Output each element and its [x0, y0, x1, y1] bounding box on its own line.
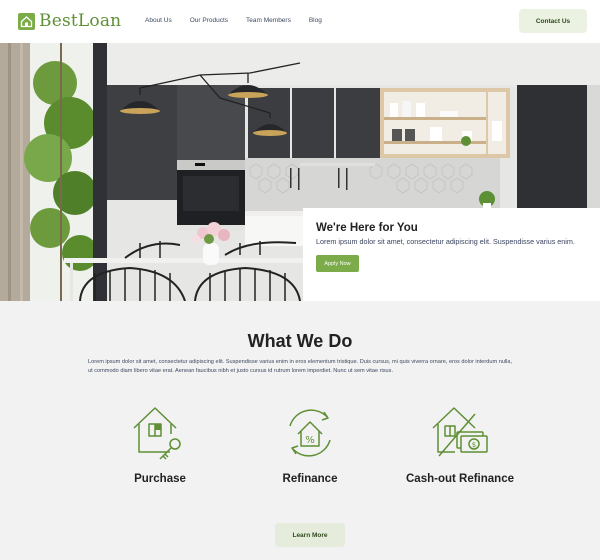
- section-title: What We Do: [247, 331, 353, 351]
- service-purchase: Purchase: [85, 404, 235, 485]
- house-key-icon: [133, 407, 181, 460]
- nav-our-products[interactable]: Our Products: [190, 17, 228, 24]
- service-label: Cash-out Refinance: [406, 473, 514, 485]
- main-nav: About Us Our Products Team Members Blog: [145, 17, 340, 24]
- house-percent-refresh-icon: %: [289, 409, 331, 457]
- nav-blog[interactable]: Blog: [309, 17, 322, 24]
- service-label: Purchase: [134, 473, 186, 485]
- svg-text:$: $: [472, 441, 476, 449]
- site-header: BestLoan About Us Our Products Team Memb…: [0, 0, 600, 43]
- svg-text:%: %: [305, 435, 315, 446]
- logo-text: BestLoan: [39, 11, 122, 31]
- service-cash-out-refinance: $ Cash-out Refinance: [385, 404, 535, 485]
- section-text: Lorem ipsum dolor sit amet, consectetur …: [88, 359, 513, 374]
- contact-us-button[interactable]: Contact Us: [519, 9, 587, 33]
- service-refinance: % Refinance: [235, 404, 385, 485]
- hero-title: We're Here for You: [316, 222, 418, 234]
- logo[interactable]: BestLoan: [18, 11, 121, 31]
- hero-card: We're Here for You Lorem ipsum dolor sit…: [303, 208, 600, 301]
- nav-about-us[interactable]: About Us: [145, 17, 172, 24]
- service-label: Refinance: [282, 473, 338, 485]
- apply-now-button[interactable]: Apply Now: [316, 255, 359, 272]
- hero-text: Lorem ipsum dolor sit amet, consectetur …: [316, 237, 575, 246]
- house-cash-icon: $: [432, 407, 488, 457]
- house-logo-icon: [18, 12, 35, 30]
- nav-team-members[interactable]: Team Members: [246, 17, 291, 24]
- what-we-do-section: What We Do Lorem ipsum dolor sit amet, c…: [0, 301, 600, 560]
- hero-section: We're Here for You Lorem ipsum dolor sit…: [0, 43, 600, 301]
- learn-more-button[interactable]: Learn More: [275, 523, 345, 547]
